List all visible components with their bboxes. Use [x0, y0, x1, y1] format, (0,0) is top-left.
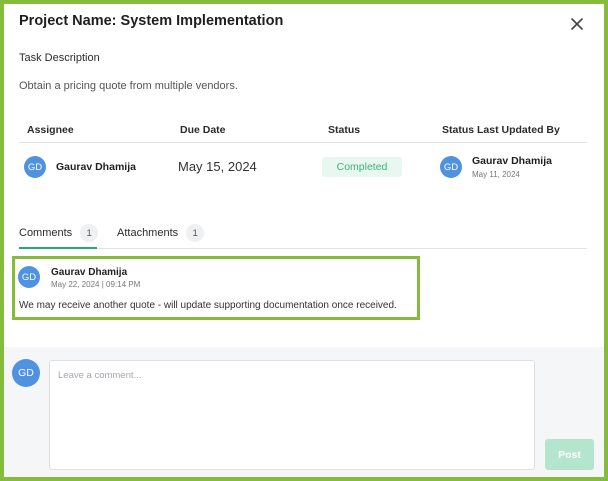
- updated-by-date: May 11, 2024: [472, 170, 520, 179]
- current-user-avatar: GD: [12, 359, 40, 387]
- comment-timestamp: May 22, 2024 | 09:14 PM: [51, 280, 141, 289]
- tab-comments-label: Comments: [19, 226, 73, 239]
- updated-by-name: Gaurav Dhamija: [472, 155, 552, 167]
- tab-comments[interactable]: Comments 1: [19, 224, 99, 242]
- task-description-label: Task Description: [19, 52, 100, 64]
- assignee-name: Gaurav Dhamija: [56, 161, 136, 173]
- comment-text: We may receive another quote - will upda…: [19, 300, 397, 311]
- comment-author-avatar: GD: [18, 266, 40, 288]
- tabs-divider: [19, 248, 587, 249]
- task-detail-modal: Project Name: System Implementation Task…: [0, 0, 608, 481]
- header-assignee: Assignee: [27, 124, 74, 136]
- task-description-text: Obtain a pricing quote from multiple ven…: [19, 80, 238, 92]
- header-status: Status: [328, 124, 361, 136]
- attachments-count-badge: 1: [186, 224, 205, 242]
- header-status-updated-by: Status Last Updated By: [442, 124, 560, 136]
- comments-count-badge: 1: [80, 224, 99, 242]
- active-tab-indicator: [19, 247, 97, 249]
- comment-author-name: Gaurav Dhamija: [51, 267, 128, 278]
- status-badge: Completed: [322, 157, 402, 177]
- post-button[interactable]: Post: [545, 439, 594, 470]
- updated-by-avatar: GD: [440, 156, 462, 178]
- modal-title: Project Name: System Implementation: [19, 13, 284, 29]
- due-date-value: May 15, 2024: [178, 159, 257, 174]
- header-due-date: Due Date: [180, 124, 226, 136]
- assignee-avatar: GD: [24, 156, 46, 178]
- tab-attachments-label: Attachments: [117, 226, 179, 239]
- tab-attachments[interactable]: Attachments 1: [117, 224, 205, 242]
- close-icon[interactable]: [567, 14, 587, 34]
- table-header-divider: [19, 142, 587, 143]
- comment-input[interactable]: [49, 360, 535, 470]
